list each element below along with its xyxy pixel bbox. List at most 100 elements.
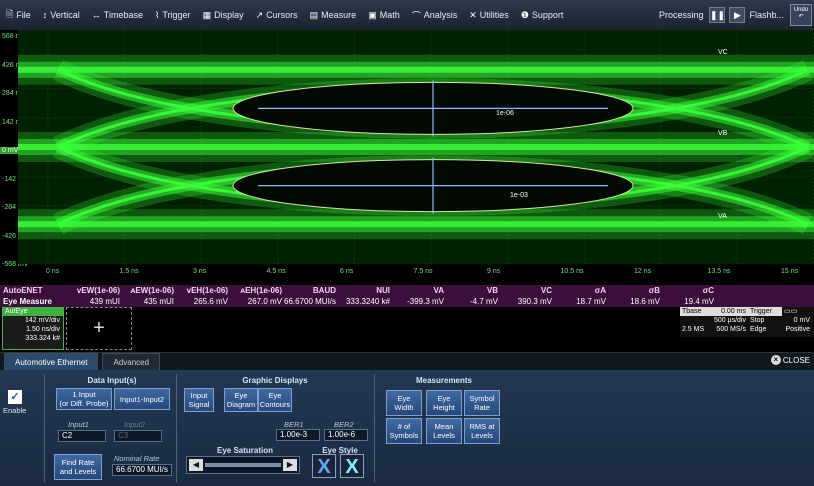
tab-automotive-ethernet[interactable]: Automotive Ethernet	[4, 353, 99, 370]
eye-width-button[interactable]: Eye Width	[386, 390, 422, 416]
measure-subtitle: Eye Measure	[3, 297, 52, 306]
trigger-level: 0 mV	[793, 317, 810, 324]
math-icon: ▣	[368, 9, 377, 20]
rms-levels-button[interactable]: RMS at Levels	[464, 418, 500, 444]
menu-math[interactable]: ▣ Math	[362, 0, 406, 30]
menu-vertical[interactable]: ↕ Vertical	[37, 0, 86, 30]
mean-levels-button[interactable]: Mean Levels	[426, 418, 462, 444]
measure-header: σA	[594, 286, 606, 295]
measure-value: 265.6 mV	[193, 297, 228, 306]
processing-area: Processing ❚❚ ▶ Flashb... Undo ↶	[659, 0, 814, 30]
menu-label: Measure	[321, 10, 357, 20]
menu-trigger[interactable]: ⌇ Trigger	[149, 0, 197, 30]
ber1-field[interactable]: 1.00e-3	[276, 429, 320, 441]
x-tick-label: 6 ns	[340, 268, 354, 275]
tdiv-value: 500 µs/div	[713, 317, 746, 324]
eye-saturation-label: Eye Saturation	[216, 446, 273, 455]
eye-diagram-button[interactable]: Eye Diagram	[224, 388, 258, 412]
menu-items: 🗎 File ↕ Vertical ↔ Timebase ⌇ Trigger ▦ Display ↗…	[0, 0, 569, 30]
nominal-rate-label: Nominal Rate	[114, 454, 160, 463]
sample-rate: 500 MS/s	[716, 326, 746, 333]
x-tick-label: 10.5 ns	[560, 268, 584, 275]
slider-left-icon[interactable]: ◀	[189, 459, 203, 471]
x-tick-label: 15 ns	[781, 268, 799, 275]
ber-lower-label: 1e-03	[510, 192, 528, 199]
input2-select[interactable]: C3	[114, 430, 162, 442]
tab-advanced[interactable]: Advanced	[102, 353, 161, 370]
pause-button[interactable]: ❚❚	[709, 7, 726, 23]
input1-label: Input1	[68, 420, 89, 429]
vertical-icon: ↕	[42, 10, 48, 20]
menu-label: Cursors	[266, 10, 298, 20]
measure-table[interactable]: AutoENET vEW(1e-06) ᴀEW(1e-06) vEH(1e-06) ᴀ…	[0, 285, 814, 307]
eye-contours-button[interactable]: Eye Contours	[258, 388, 292, 412]
one-input-button[interactable]: 1 Input (or Diff. Probe)	[56, 388, 112, 410]
measure-header: ᴀEW(1e-06)	[130, 286, 174, 295]
symbol-rate-button[interactable]: Symbol Rate	[464, 390, 500, 416]
menu-timebase[interactable]: ↔ Timebase	[86, 0, 149, 30]
automotive-ethernet-panel: ✓ Enable Data Input(s) 1 Input (or Diff.…	[0, 370, 814, 486]
trigger-slope: Positive	[785, 326, 810, 333]
slider-right-icon[interactable]: ▶	[283, 459, 297, 471]
close-icon: ×	[770, 355, 781, 365]
menu-label: File	[16, 10, 31, 20]
processing-label: Processing	[658, 10, 704, 20]
input2-label: Input2	[124, 420, 145, 429]
find-rate-button[interactable]: Find Rate and Levels	[54, 454, 102, 480]
measure-value: 19.4 mV	[684, 297, 714, 306]
timebase-trigger-descriptor[interactable]: Tbase 0.00 ms Trigger ▭▭ 500 µs/div Stop…	[680, 307, 814, 337]
measure-value: 18.6 mV	[630, 297, 660, 306]
eye-height-button[interactable]: Eye Height	[426, 390, 462, 416]
trigger-mode: Stop	[750, 317, 765, 324]
plus-icon: +	[93, 317, 105, 339]
dialog-tab-bar: Automotive Ethernet Advanced	[0, 352, 814, 370]
waveform-grid[interactable]: VC VB VA 1e-06 1e-03	[18, 30, 814, 264]
menu-label: Display	[214, 10, 244, 20]
measure-header: VB	[486, 286, 498, 295]
tbase-value: 0.00 ms	[710, 307, 748, 316]
measure-header: vEH(1e-06)	[186, 286, 228, 295]
menu-cursors[interactable]: ↗ Cursors	[250, 0, 304, 30]
measure-title: AutoENET	[3, 286, 43, 295]
trigger-type: Edge	[750, 326, 767, 333]
ber2-label: BER2	[334, 420, 354, 429]
menu-utilities[interactable]: ✕ Utilities	[463, 0, 515, 30]
num-symbols-button[interactable]: # of Symbols	[386, 418, 422, 444]
flashback-button[interactable]: Flashb...	[749, 10, 784, 20]
support-icon: ❶	[520, 9, 529, 20]
measure-value: -399.3 mV	[407, 297, 444, 306]
measure-header: σC	[702, 286, 714, 295]
menu-label: Utilities	[479, 10, 509, 20]
measure-value: 18.7 mV	[576, 297, 606, 306]
play-button[interactable]: ▶	[729, 7, 746, 23]
menu-analysis[interactable]: ⌒ Analysis	[406, 0, 464, 30]
add-trace-button[interactable]: +	[66, 307, 132, 350]
input-signal-button[interactable]: Input Signal	[184, 388, 214, 412]
undo-button[interactable]: Undo ↶	[790, 4, 812, 26]
graphic-displays-title: Graphic Displays	[242, 376, 308, 385]
ber2-field[interactable]: 1.00e-6	[324, 429, 368, 441]
undo-label: Undo	[793, 7, 809, 13]
menu-file[interactable]: 🗎 File	[0, 0, 37, 30]
eye-style-color-option[interactable]: X	[312, 454, 336, 478]
measure-icon: ▤	[309, 9, 319, 20]
measure-value-row: Eye Measure 439 mUI 435 mUI 265.6 mV 267.0 …	[0, 296, 814, 307]
menu-support[interactable]: ❶ Support	[515, 0, 570, 30]
menu-measure[interactable]: ▤ Measure	[304, 0, 363, 30]
close-button[interactable]: × CLOSE	[770, 355, 810, 365]
trace-descriptor[interactable]: AutEye 142 mV/div 1.50 ns/div 333.324 k#	[2, 307, 64, 350]
measure-header: vEW(1e-06)	[76, 286, 120, 295]
menu-display[interactable]: ▦ Display	[197, 0, 250, 30]
measure-value: 66.6700 MUI/s	[284, 297, 337, 306]
input1-input2-button[interactable]: Input1-Input2	[114, 388, 170, 410]
input1-select[interactable]: C2	[58, 430, 106, 442]
x-tick-label: 9 ns	[487, 268, 501, 275]
enable-checkbox[interactable]: ✓	[8, 390, 22, 404]
x-tick-label: 12 ns	[634, 268, 652, 275]
nominal-rate-field[interactable]: 66.6700 MUI/s	[112, 464, 172, 476]
cursors-icon: ↗	[255, 9, 264, 20]
separator	[176, 374, 177, 482]
eye-saturation-slider[interactable]: ◀ ▶	[186, 456, 300, 474]
eye-style-mono-option[interactable]: X	[340, 454, 364, 478]
separator	[44, 374, 45, 482]
